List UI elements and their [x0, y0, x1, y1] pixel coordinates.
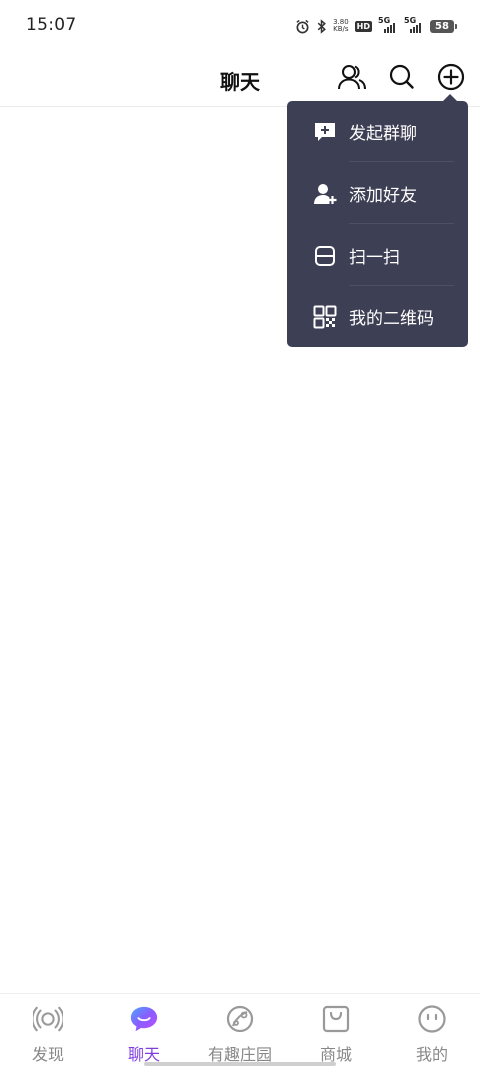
page-header: 聊天 [0, 52, 480, 107]
search-icon [389, 64, 415, 94]
sim2-signal-icon: 5G [404, 16, 424, 33]
planet-icon [225, 1004, 255, 1034]
battery-icon: 58 [430, 19, 457, 33]
add-menu-button[interactable] [436, 63, 466, 95]
contacts-button[interactable] [337, 64, 367, 94]
shopping-bag-icon [321, 1004, 351, 1034]
search-button[interactable] [387, 64, 417, 94]
menu-item-label: 扫一扫 [349, 248, 400, 268]
scan-icon [313, 244, 337, 268]
nav-item-profile[interactable]: 我的 [384, 994, 480, 1064]
nav-label: 我的 [415, 1045, 448, 1064]
menu-item-scan[interactable]: 扫一扫 [287, 225, 468, 286]
nav-item-fun-manor[interactable]: 有趣庄园 [192, 994, 288, 1064]
add-popup-menu: 发起群聊 添加好友 扫一扫 我的二维码 [287, 94, 468, 347]
menu-item-label: 添加好友 [349, 186, 417, 206]
add-friend-icon [313, 182, 337, 206]
sim1-signal-icon: 5G [378, 16, 398, 33]
qr-code-icon [313, 305, 337, 329]
network-speed: 3.80 KB/s [333, 18, 349, 33]
group-chat-add-icon [313, 120, 337, 144]
bluetooth-icon [316, 18, 327, 34]
hd-badge: HD [354, 20, 372, 32]
home-indicator[interactable] [144, 1062, 336, 1066]
menu-item-label: 发起群聊 [349, 124, 417, 144]
menu-item-group-chat[interactable]: 发起群聊 [287, 101, 468, 162]
nav-item-discover[interactable]: 发现 [0, 994, 96, 1064]
discover-icon [33, 1004, 63, 1034]
menu-item-label: 我的二维码 [349, 309, 434, 329]
alarm-icon [295, 19, 310, 34]
nav-item-chat[interactable]: 聊天 [96, 994, 192, 1064]
plus-circle-icon [437, 63, 465, 95]
chat-bubble-icon [129, 1004, 159, 1034]
contacts-icon [337, 63, 367, 95]
status-icons: 3.80 KB/s HD 5G 5G 58 [295, 16, 457, 36]
nav-item-mall[interactable]: 商城 [288, 994, 384, 1064]
status-bar: 15:07 3.80 KB/s HD 5G 5G 58 [0, 0, 480, 52]
menu-item-qr-code[interactable]: 我的二维码 [287, 286, 468, 347]
profile-face-icon [417, 1004, 447, 1034]
status-time: 15:07 [26, 15, 77, 35]
bottom-nav: 发现 聊天 有趣庄园 商城 我的 [0, 993, 480, 1067]
menu-item-add-friend[interactable]: 添加好友 [287, 163, 468, 224]
nav-label: 发现 [31, 1045, 64, 1064]
